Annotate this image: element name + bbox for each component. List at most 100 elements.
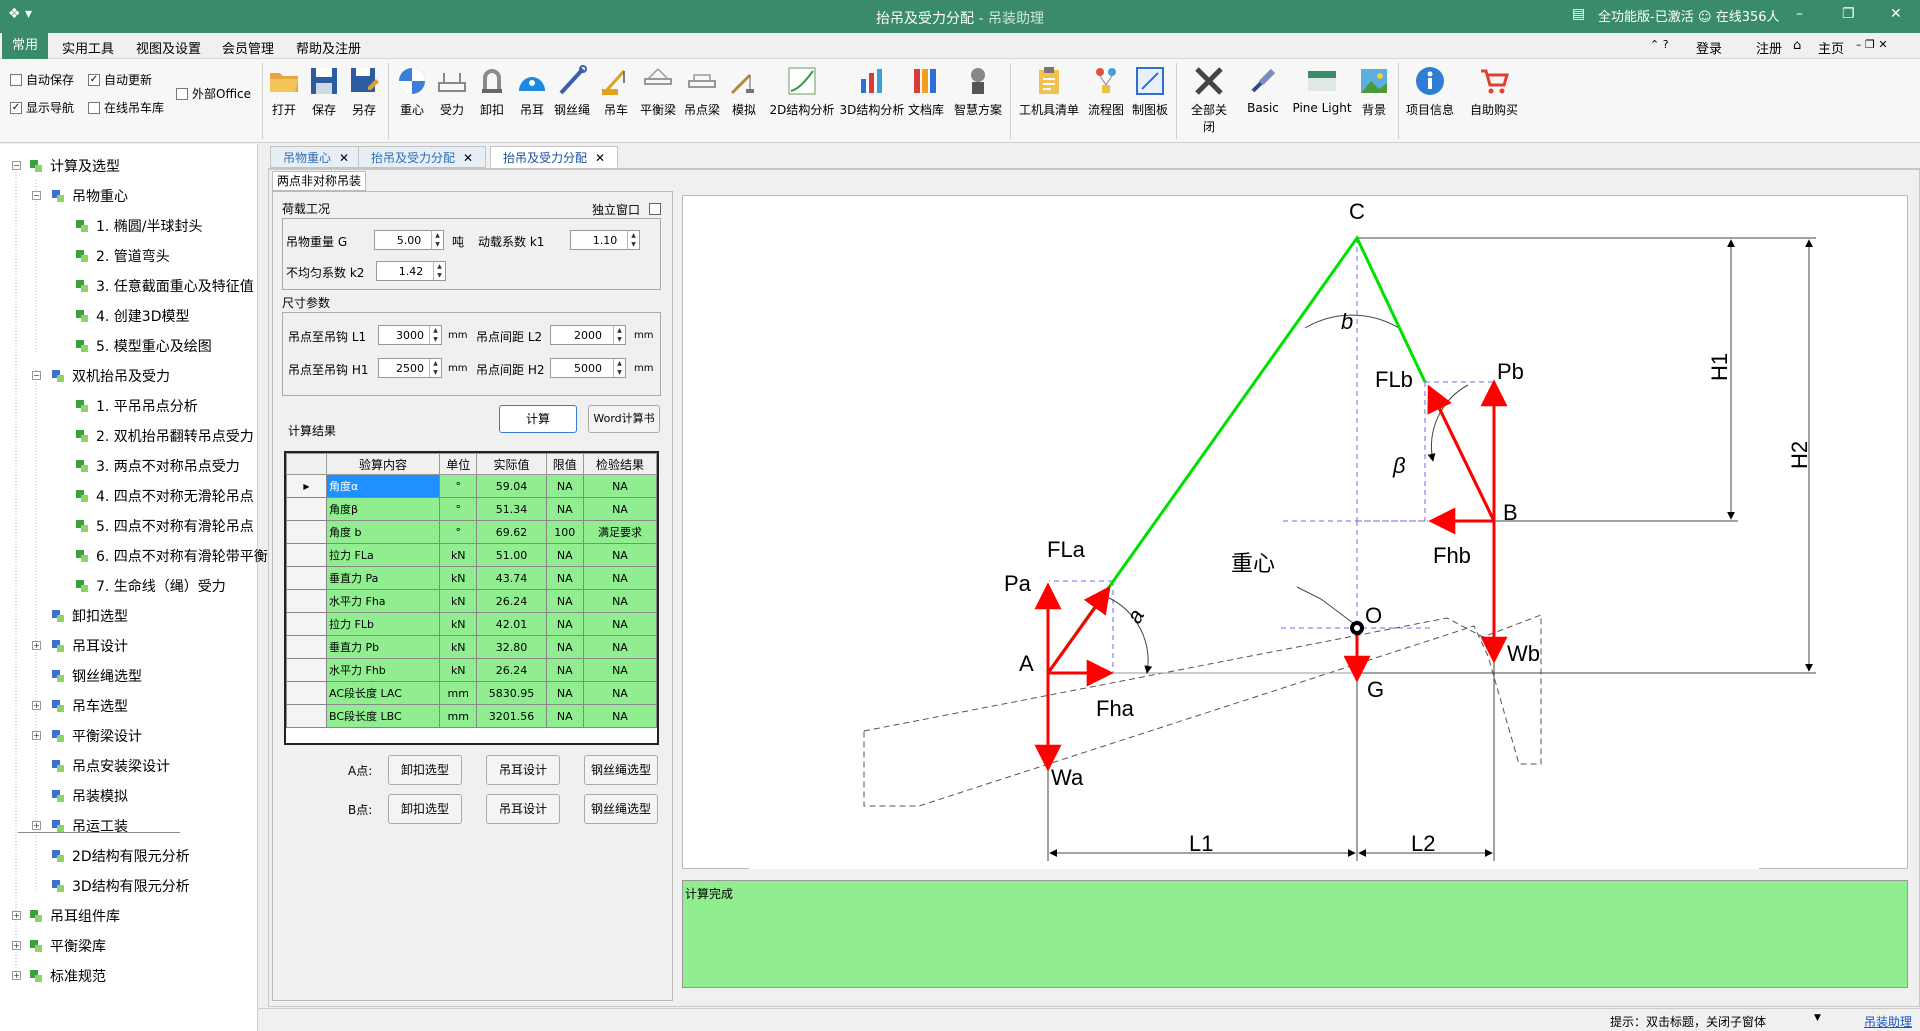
table-cell[interactable]: NA (545, 543, 584, 567)
tree-scrollbar[interactable] (18, 832, 180, 833)
theme-basic-button[interactable]: Basic (1240, 65, 1286, 115)
table-cell[interactable]: ° (439, 520, 478, 544)
tree-item[interactable]: 2. 双机抬吊翻转吊点受力 (74, 426, 254, 446)
table-cell[interactable]: 角度α (325, 474, 441, 498)
save-button[interactable]: 保存 (304, 65, 344, 118)
table-cell[interactable]: 69.62 (476, 520, 547, 544)
expand-toggle-icon[interactable]: + (32, 641, 41, 650)
tree-item[interactable]: 3. 任意截面重心及特征值 (74, 276, 254, 296)
online-crane-checkbox[interactable]: 在线吊车库 (88, 99, 164, 116)
col-limit[interactable]: 限值 (545, 453, 584, 475)
collapse-ribbon-icon[interactable]: ⌃ ? (1650, 38, 1669, 51)
drawing-board-button[interactable]: 制图板 (1130, 65, 1170, 118)
save-as-button[interactable]: 另存 (344, 65, 384, 118)
table-cell[interactable]: mm (439, 704, 478, 728)
table-cell[interactable]: NA (582, 658, 658, 682)
tree-item[interactable]: 平衡梁设计 (50, 726, 142, 746)
l1-input[interactable]: 3000 ▲ ▼ (378, 325, 442, 345)
table-cell[interactable]: 59.04 (476, 474, 547, 498)
maximize-button[interactable]: ❐ (1842, 6, 1855, 22)
table-cell[interactable]: NA (582, 589, 658, 613)
point-a-rope-button[interactable]: 钢丝绳选型 (584, 755, 658, 785)
close-button[interactable]: ✕ (1890, 6, 1902, 22)
expand-toggle-icon[interactable]: + (12, 971, 21, 980)
tree-item[interactable]: 5. 四点不对称有滑轮吊点 (74, 516, 254, 536)
smart-plan-button[interactable]: 智慧方案 (950, 65, 1006, 118)
row-header[interactable] (286, 612, 327, 636)
table-cell[interactable]: kN (439, 566, 478, 590)
tree-item[interactable]: 双机抬吊及受力 (50, 366, 170, 386)
tab-lifting-force-2[interactable]: 抬吊及受力分配 ✕ (490, 146, 619, 168)
row-header[interactable] (286, 658, 327, 682)
table-cell[interactable]: 水平力 Fhb (325, 658, 441, 682)
spin-arrows-icon[interactable]: ▲ ▼ (429, 359, 441, 377)
point-a-shackle-button[interactable]: 卸扣选型 (388, 755, 462, 785)
h1-input[interactable]: 2500 ▲ ▼ (378, 358, 442, 378)
tree-item[interactable]: 5. 模型重心及绘图 (74, 336, 212, 356)
row-header[interactable] (286, 543, 327, 567)
table-cell[interactable]: NA (545, 612, 584, 636)
menu-view[interactable]: 视图及设置 (136, 38, 201, 57)
table-cell[interactable]: kN (439, 658, 478, 682)
table-cell[interactable]: 43.74 (476, 566, 547, 590)
tree-item[interactable]: 标准规范 (28, 966, 106, 986)
table-cell[interactable]: 51.34 (476, 497, 547, 521)
status-dropdown-icon[interactable]: ▼ (1814, 1013, 1821, 1023)
table-cell[interactable]: 拉力 FLa (325, 543, 441, 567)
table-cell[interactable]: NA (545, 566, 584, 590)
tree-item[interactable]: 吊点安装梁设计 (50, 756, 170, 776)
table-cell[interactable]: mm (439, 681, 478, 705)
3d-analysis-button[interactable]: 3D结构分析 (838, 65, 906, 118)
h2-input[interactable]: 5000 ▲ ▼ (550, 358, 626, 378)
home-icon[interactable]: ⌂ (1793, 38, 1801, 53)
tree-item[interactable]: 计算及选型 (28, 156, 120, 176)
home-link[interactable]: 主页 (1818, 38, 1844, 57)
table-cell[interactable]: 满足要求 (582, 520, 658, 544)
tree-item[interactable]: 3. 两点不对称吊点受力 (74, 456, 240, 476)
table-row[interactable]: ▶ 角度α ° 59.04 NA NA (286, 474, 658, 498)
table-cell[interactable]: NA (545, 474, 584, 498)
tree-item[interactable]: 吊耳设计 (50, 636, 128, 656)
table-cell[interactable]: NA (582, 474, 658, 498)
dyn-factor-input[interactable]: 1.10 ▲ ▼ (570, 230, 640, 250)
tree-item[interactable]: 4. 创建3D模型 (74, 306, 190, 326)
tree-item[interactable]: 1. 椭圆/半球封头 (74, 216, 203, 236)
table-row[interactable]: 拉力 FLb kN 42.01 NA NA (286, 612, 658, 636)
table-cell[interactable]: 垂直力 Pb (325, 635, 441, 659)
col-result[interactable]: 检验结果 (582, 453, 658, 475)
table-cell[interactable]: AC段长度 LAC (325, 681, 441, 705)
table-row[interactable]: 角度β ° 51.34 NA NA (286, 497, 658, 521)
crane-button[interactable]: 吊车 (596, 65, 636, 118)
external-office-checkbox[interactable]: 外部Office (176, 85, 251, 102)
spin-arrows-icon[interactable]: ▲ ▼ (429, 326, 441, 344)
expand-toggle-icon[interactable]: − (32, 371, 41, 380)
tree-item[interactable]: 吊物重心 (50, 186, 128, 206)
row-header[interactable] (286, 497, 327, 521)
center-of-gravity-button[interactable]: 重心 (392, 65, 432, 118)
table-row[interactable]: BC段长度 LBC mm 3201.56 NA NA (286, 704, 658, 728)
col-check-item[interactable]: 验算内容 (325, 453, 441, 475)
table-row[interactable]: 拉力 FLa kN 51.00 NA NA (286, 543, 658, 567)
menu-member[interactable]: 会员管理 (222, 38, 274, 57)
menu-common[interactable]: 常用 (2, 33, 49, 59)
tree-item[interactable]: 钢丝绳选型 (50, 666, 142, 686)
minimize-button[interactable]: – (1796, 6, 1803, 22)
force-button[interactable]: 受力 (432, 65, 472, 118)
auto-update-checkbox[interactable]: ✓ 自动更新 (88, 71, 152, 88)
table-cell[interactable]: kN (439, 612, 478, 636)
tab-lifting-force-1[interactable]: 抬吊及受力分配 ✕ (358, 146, 487, 168)
expand-toggle-icon[interactable]: + (32, 731, 41, 740)
row-header[interactable] (286, 635, 327, 659)
table-cell[interactable]: 42.01 (476, 612, 547, 636)
table-cell[interactable]: ° (439, 474, 478, 498)
spin-arrows-icon[interactable]: ▲ ▼ (431, 231, 443, 249)
register-link[interactable]: 注册 (1756, 38, 1782, 57)
table-row[interactable]: AC段长度 LAC mm 5830.95 NA NA (286, 681, 658, 705)
tree-item[interactable]: 吊装模拟 (50, 786, 128, 806)
lug-button[interactable]: 吊耳 (512, 65, 552, 118)
table-cell[interactable]: BC段长度 LBC (325, 704, 441, 728)
mdi-controls[interactable]: – ❐ ✕ (1856, 38, 1888, 51)
self-purchase-button[interactable]: 自助购买 (1466, 65, 1522, 118)
close-tab-icon[interactable]: ✕ (595, 151, 605, 165)
expand-toggle-icon[interactable]: + (12, 911, 21, 920)
